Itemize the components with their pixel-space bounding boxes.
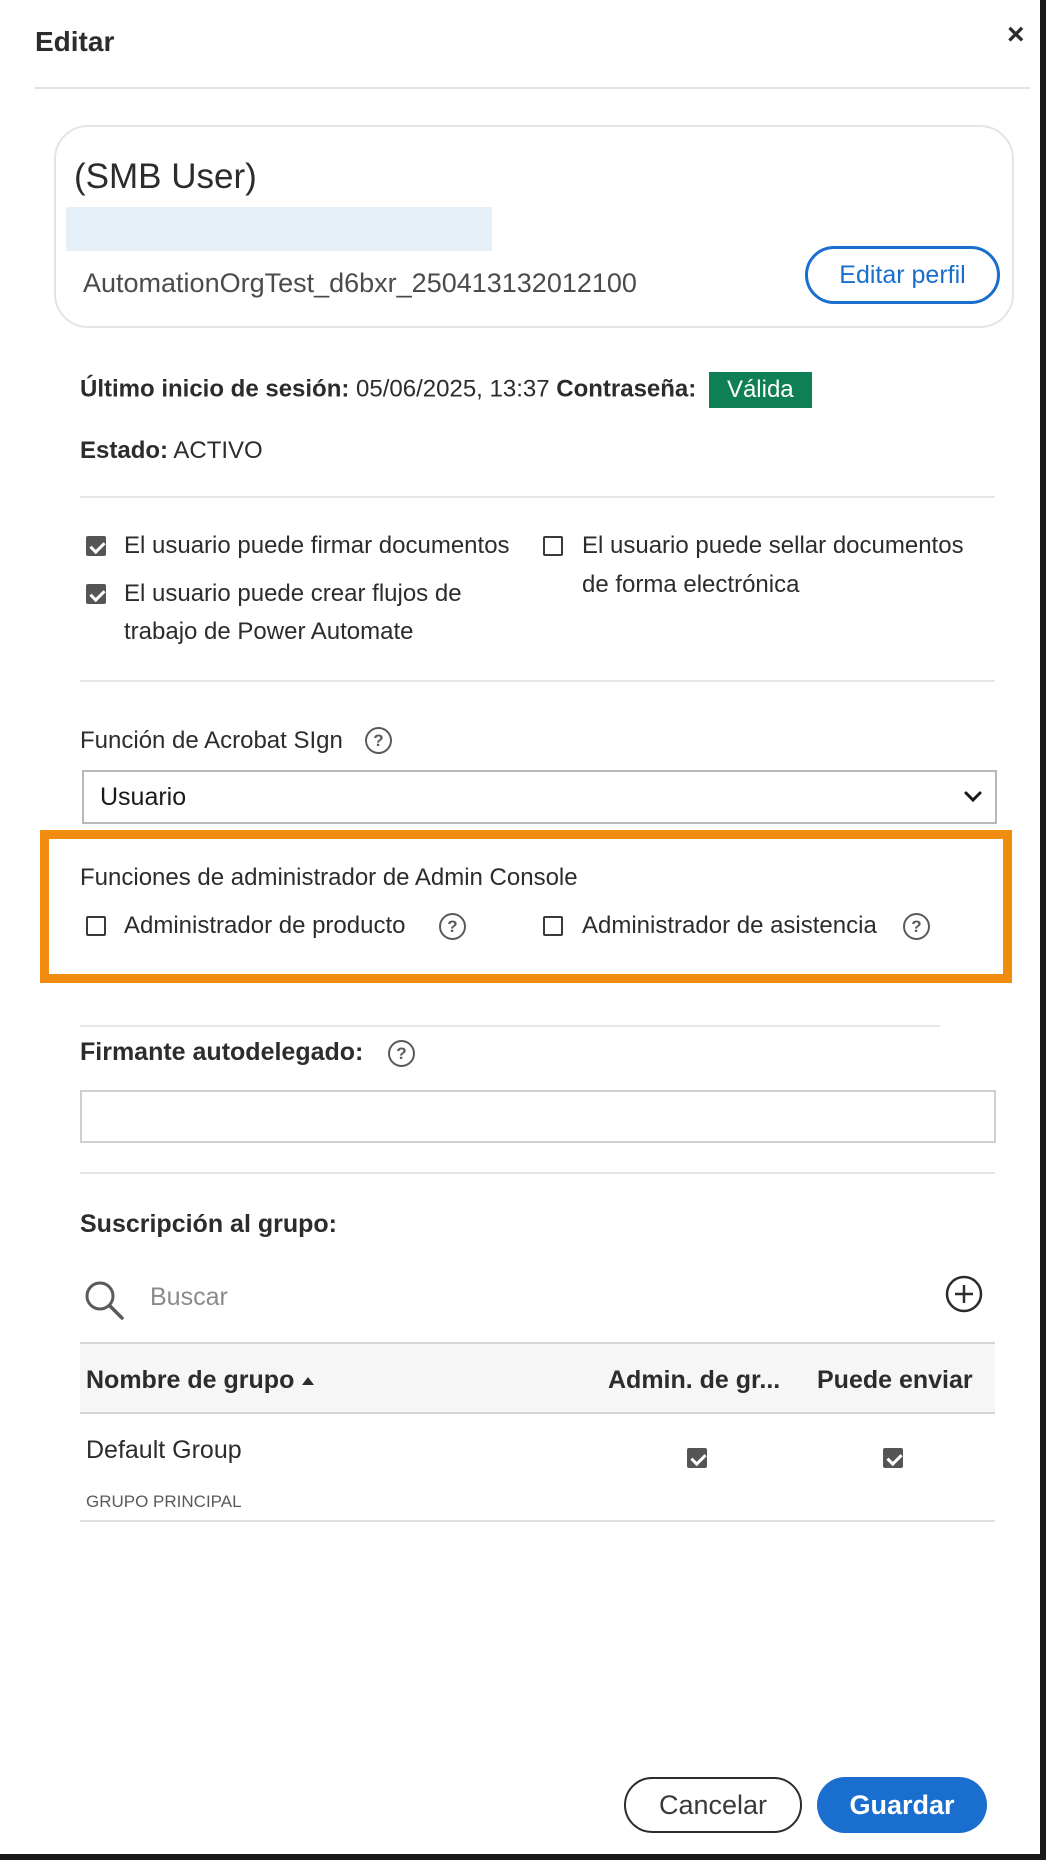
password-status-badge: Válida	[708, 372, 812, 408]
group-membership-label: Suscripción al grupo:	[80, 1210, 337, 1238]
dialog-title: Editar	[35, 26, 115, 57]
last-login-value: 05/06/2025, 13:37	[356, 375, 550, 403]
power-automate-label-cont: trabajo de Power Automate	[124, 618, 414, 645]
column-header-can-send[interactable]: Puede enviar	[817, 1366, 973, 1395]
group-admin-checkbox[interactable]	[687, 1448, 707, 1468]
power-automate-checkbox[interactable]	[86, 584, 106, 604]
redacted-email	[66, 207, 492, 251]
role-select[interactable]: Usuario	[82, 770, 997, 824]
primary-group-tag: GRUPO PRINCIPAL	[86, 1492, 242, 1511]
column-header-label: Nombre de grupo	[86, 1366, 295, 1394]
user-name: (SMB User)	[74, 157, 257, 196]
cancel-button[interactable]: Cancelar	[624, 1777, 802, 1833]
state-value: ACTIVO	[173, 437, 263, 464]
login-info: Último inicio de sesión: 05/06/2025, 13:…	[80, 372, 812, 408]
sign-documents-label: El usuario puede firmar documentos	[124, 532, 510, 559]
organization-name: AutomationOrgTest_d6bxr_250413132012100	[83, 268, 637, 298]
edit-profile-button[interactable]: Editar perfil	[805, 246, 1000, 304]
table-header: Nombre de grupo Admin. de gr... Puede en…	[80, 1342, 995, 1414]
e-seal-label-cont: de forma electrónica	[582, 571, 800, 598]
divider	[80, 1025, 940, 1027]
edit-dialog: Editar × (SMB User) AutomationOrgTest_d6…	[0, 0, 1046, 1860]
e-seal-label: El usuario puede sellar documentos	[582, 532, 964, 559]
table-row: Default Group GRUPO PRINCIPAL	[80, 1414, 995, 1522]
sort-ascending-icon	[302, 1377, 315, 1386]
highlight-box	[40, 830, 1012, 983]
add-group-icon[interactable]	[944, 1274, 984, 1314]
chevron-down-icon	[964, 791, 982, 803]
state-label: Estado:	[80, 437, 169, 464]
group-name: Default Group	[86, 1436, 242, 1464]
last-login-label: Último inicio de sesión:	[80, 375, 350, 403]
can-send-checkbox[interactable]	[883, 1448, 903, 1468]
help-icon[interactable]: ?	[388, 1040, 415, 1067]
column-header-group-name[interactable]: Nombre de grupo	[86, 1366, 315, 1395]
password-label: Contraseña:	[556, 375, 697, 403]
self-delegated-signer-label: Firmante autodelegado:	[80, 1038, 364, 1066]
e-seal-checkbox[interactable]	[543, 536, 563, 556]
group-search-input[interactable]: Buscar	[150, 1283, 228, 1312]
divider	[80, 680, 995, 682]
role-select-value: Usuario	[100, 783, 187, 811]
self-delegated-signer-input[interactable]	[80, 1090, 996, 1143]
save-button[interactable]: Guardar	[817, 1777, 987, 1833]
acrobat-sign-role-label: Función de Acrobat SIgn	[80, 727, 343, 754]
profile-card: (SMB User) AutomationOrgTest_d6bxr_25041…	[54, 125, 1014, 328]
column-header-group-admin[interactable]: Admin. de gr...	[608, 1366, 780, 1395]
state-info: Estado: ACTIVO	[80, 437, 263, 465]
search-icon[interactable]	[82, 1278, 126, 1322]
help-icon[interactable]: ?	[365, 727, 392, 754]
dialog-header: Editar ×	[35, 0, 1030, 89]
power-automate-label: El usuario puede crear flujos de	[124, 580, 462, 607]
sign-documents-checkbox[interactable]	[86, 536, 106, 556]
close-icon[interactable]: ×	[1007, 18, 1025, 52]
divider	[80, 1172, 995, 1174]
divider	[80, 496, 995, 498]
